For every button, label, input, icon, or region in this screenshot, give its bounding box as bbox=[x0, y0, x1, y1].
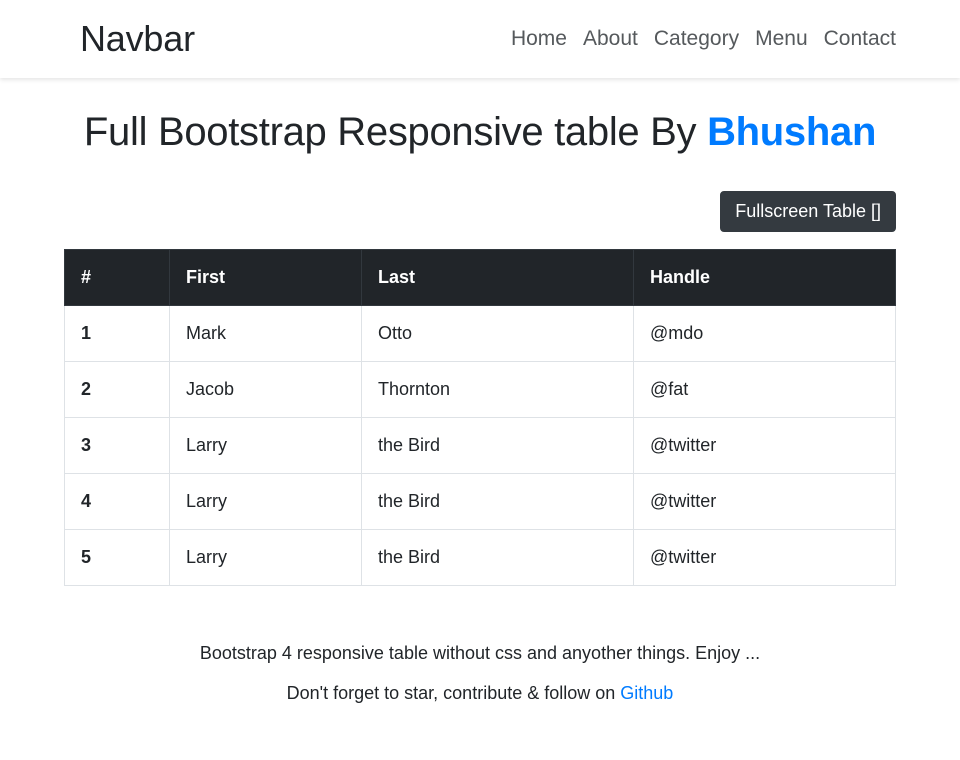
cell-handle: @twitter bbox=[633, 473, 896, 530]
nav-item-contact: Contact bbox=[808, 18, 896, 59]
table-row: 4 Larry the Bird @twitter bbox=[64, 473, 896, 530]
cell-last: Thornton bbox=[361, 361, 634, 418]
cell-number: 3 bbox=[64, 417, 170, 474]
toolbar: Fullscreen Table [] bbox=[64, 156, 896, 232]
column-header-last[interactable]: Last bbox=[361, 249, 634, 306]
nav-item-about: About bbox=[567, 18, 638, 59]
cell-last: Otto bbox=[361, 305, 634, 362]
column-header-handle[interactable]: Handle bbox=[633, 249, 896, 306]
column-header-number[interactable]: # bbox=[64, 249, 170, 306]
cell-last: the Bird bbox=[361, 473, 634, 530]
table-row: 2 Jacob Thornton @fat bbox=[64, 361, 896, 418]
cell-first: Larry bbox=[169, 417, 362, 474]
nav-link-menu[interactable]: Menu bbox=[739, 18, 808, 59]
cell-handle: @twitter bbox=[633, 529, 896, 586]
cell-last: the Bird bbox=[361, 417, 634, 474]
table-row: 5 Larry the Bird @twitter bbox=[64, 529, 896, 586]
column-header-first[interactable]: First bbox=[169, 249, 362, 306]
nav-link-category[interactable]: Category bbox=[638, 18, 739, 59]
nav-link-home[interactable]: Home bbox=[495, 18, 567, 59]
cell-first: Larry bbox=[169, 529, 362, 586]
table-row: 1 Mark Otto @mdo bbox=[64, 305, 896, 362]
nav-link-contact[interactable]: Contact bbox=[808, 18, 896, 59]
nav-item-home: Home bbox=[495, 18, 567, 59]
cell-number: 1 bbox=[64, 305, 170, 362]
cell-handle: @twitter bbox=[633, 417, 896, 474]
fullscreen-table-button[interactable]: Fullscreen Table [] bbox=[720, 191, 896, 232]
cell-number: 4 bbox=[64, 473, 170, 530]
nav-link-about[interactable]: About bbox=[567, 18, 638, 59]
cell-handle: @fat bbox=[633, 361, 896, 418]
cell-last: the Bird bbox=[361, 529, 634, 586]
cell-number: 5 bbox=[64, 529, 170, 586]
table-container: # First Last Handle 1 Mark Otto @mdo 2 J… bbox=[64, 232, 896, 586]
nav-item-menu: Menu bbox=[739, 18, 808, 59]
data-table: # First Last Handle 1 Mark Otto @mdo 2 J… bbox=[64, 249, 896, 586]
table-row: 3 Larry the Bird @twitter bbox=[64, 417, 896, 474]
footer-follow-text: Don't forget to star, contribute & follo… bbox=[286, 683, 621, 703]
table-head: # First Last Handle bbox=[64, 249, 896, 306]
cell-handle: @mdo bbox=[633, 305, 896, 362]
page-title: Full Bootstrap Responsive table By Bhush… bbox=[64, 78, 896, 156]
footer-description: Bootstrap 4 responsive table without css… bbox=[199, 643, 761, 663]
footer-follow-line: Don't forget to star, contribute & follo… bbox=[64, 680, 896, 707]
table-header-row: # First Last Handle bbox=[64, 249, 896, 306]
table-body: 1 Mark Otto @mdo 2 Jacob Thornton @fat 3… bbox=[64, 305, 896, 586]
page-title-accent: Bhushan bbox=[707, 110, 877, 154]
navbar-brand[interactable]: Navbar bbox=[80, 21, 195, 57]
navbar: Navbar Home About Category Menu Contact bbox=[0, 0, 960, 78]
main-container: Full Bootstrap Responsive table By Bhush… bbox=[0, 78, 960, 707]
cell-number: 2 bbox=[64, 361, 170, 418]
footer: Bootstrap 4 responsive table without css… bbox=[64, 586, 896, 707]
cell-first: Mark bbox=[169, 305, 362, 362]
navbar-links: Home About Category Menu Contact bbox=[495, 18, 896, 59]
nav-item-category: Category bbox=[638, 18, 739, 59]
cell-first: Larry bbox=[169, 473, 362, 530]
cell-first: Jacob bbox=[169, 361, 362, 418]
page-title-text: Full Bootstrap Responsive table By bbox=[83, 110, 697, 154]
github-link[interactable]: Github bbox=[620, 683, 673, 703]
